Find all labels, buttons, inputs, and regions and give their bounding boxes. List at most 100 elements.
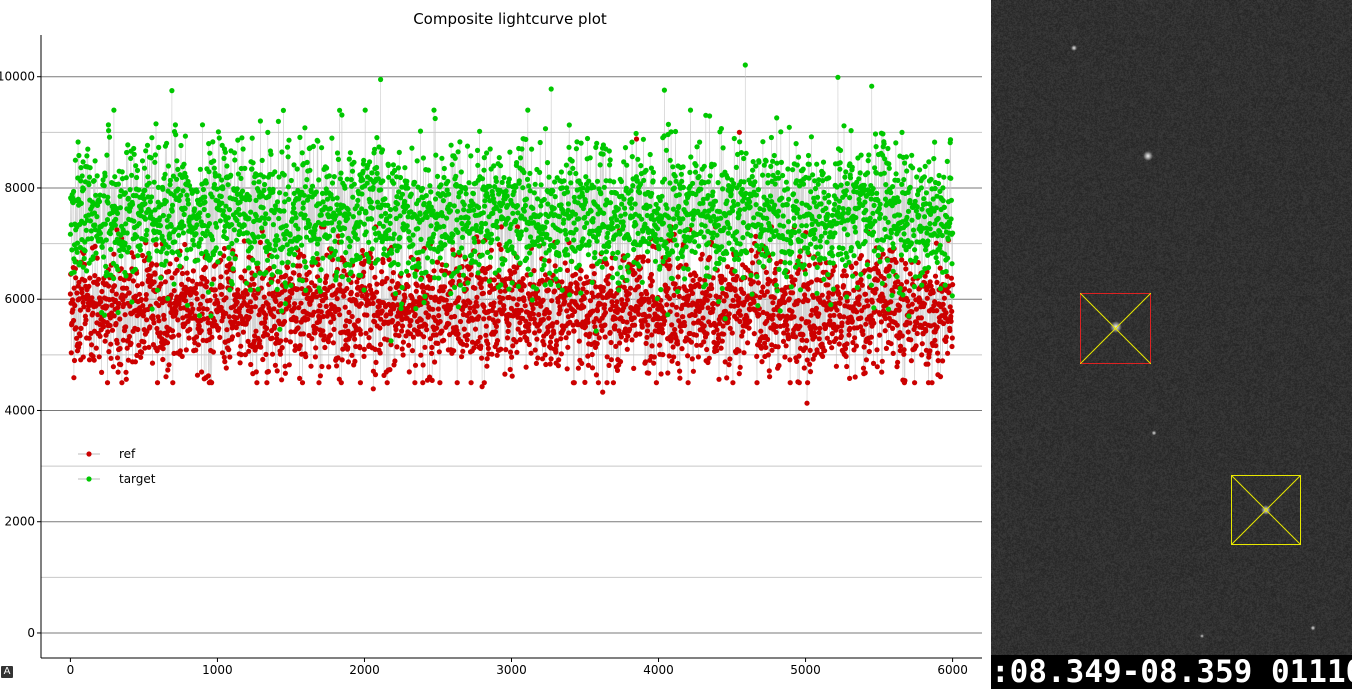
ref-point (330, 340, 336, 346)
ref-point (507, 366, 513, 373)
plot-panel[interactable]: Composite lightcurve plot 0 2000 4000 6000 8… (0, 0, 991, 689)
ref-point (248, 361, 254, 368)
target-point (431, 231, 437, 237)
ref-point (548, 356, 554, 362)
ref-point (361, 346, 367, 352)
target-point (363, 229, 369, 235)
target-point (501, 175, 507, 181)
target-point (272, 169, 278, 175)
ref-point (420, 380, 426, 386)
ref-point (841, 314, 847, 320)
target-point (424, 255, 431, 261)
target-point (235, 171, 241, 177)
target-point (371, 225, 377, 231)
ref-point (124, 285, 130, 291)
ref-point (849, 318, 855, 324)
ref-point (93, 345, 99, 351)
ref-point (820, 353, 826, 359)
target-point (410, 232, 416, 238)
ref-point (141, 339, 147, 345)
ref-point (219, 350, 226, 356)
ref-point (363, 330, 369, 336)
ref-point (699, 305, 705, 311)
target-point (180, 230, 186, 236)
ref-point (472, 326, 479, 332)
ref-point (272, 362, 278, 368)
lightcurve-chart[interactable]: 02000400060008000100000 1000 2000 3000 4000 5… (0, 0, 991, 689)
ref-point (602, 310, 609, 316)
ref-point (235, 332, 241, 338)
target-point (86, 182, 92, 188)
ref-point (940, 301, 946, 307)
ref-point (504, 335, 511, 341)
ref-point (265, 368, 271, 375)
ref-point (727, 356, 733, 362)
target-point (313, 189, 319, 195)
ref-point (766, 368, 772, 374)
ref-point (429, 344, 435, 350)
ref-point (645, 258, 651, 264)
ref-point (604, 261, 610, 267)
target-point (454, 208, 461, 214)
target-point (137, 243, 143, 249)
ref-point (602, 322, 608, 328)
target-point (423, 269, 429, 275)
ref-point (688, 339, 695, 345)
target-point (289, 246, 295, 252)
target-point (452, 284, 458, 290)
ref-point (662, 318, 668, 324)
target-point (494, 224, 500, 230)
target-point (607, 200, 614, 206)
ref-point (109, 327, 116, 333)
ref-point (945, 350, 951, 356)
target-point (494, 218, 500, 224)
ref-point (406, 369, 412, 375)
target-point (256, 179, 262, 185)
ref-point (557, 307, 563, 313)
target-point (124, 149, 130, 156)
ref-point (87, 275, 93, 281)
target-point (448, 290, 454, 297)
ref-point (584, 289, 590, 295)
ref-point (844, 363, 850, 370)
ref-point (637, 274, 643, 280)
ref-point (698, 256, 704, 262)
ref-point (869, 299, 875, 305)
ref-point (468, 272, 474, 278)
target-point (287, 232, 293, 238)
ref-point (345, 344, 351, 351)
ref-point (610, 380, 617, 386)
target-point (429, 259, 436, 265)
target-point (594, 178, 601, 184)
ref-point (558, 351, 565, 357)
ref-point (203, 284, 209, 290)
ref-point (164, 340, 171, 346)
ref-point (555, 299, 561, 305)
ref-point (587, 331, 593, 337)
ref-point (498, 246, 504, 252)
target-point (440, 198, 446, 204)
target-point (519, 146, 525, 152)
ref-point (685, 380, 691, 386)
ref-point (918, 315, 925, 321)
target-point (615, 249, 621, 256)
ref-point (478, 284, 484, 291)
target-point (418, 276, 424, 282)
ref-point (581, 295, 587, 302)
ref-point (287, 339, 293, 345)
ref-point (349, 313, 355, 320)
ref-point (678, 328, 684, 334)
ref-point (568, 281, 574, 287)
ref-point (782, 354, 788, 360)
ref-point (334, 363, 340, 369)
target-point (571, 220, 577, 226)
ref-point (346, 309, 352, 315)
target-point (332, 248, 338, 254)
target-point (617, 231, 623, 237)
target-point (255, 234, 261, 240)
target-point (588, 208, 594, 214)
ref-point (594, 308, 601, 314)
target-point (402, 165, 408, 171)
ref-point (704, 331, 710, 337)
target-point (459, 245, 465, 251)
